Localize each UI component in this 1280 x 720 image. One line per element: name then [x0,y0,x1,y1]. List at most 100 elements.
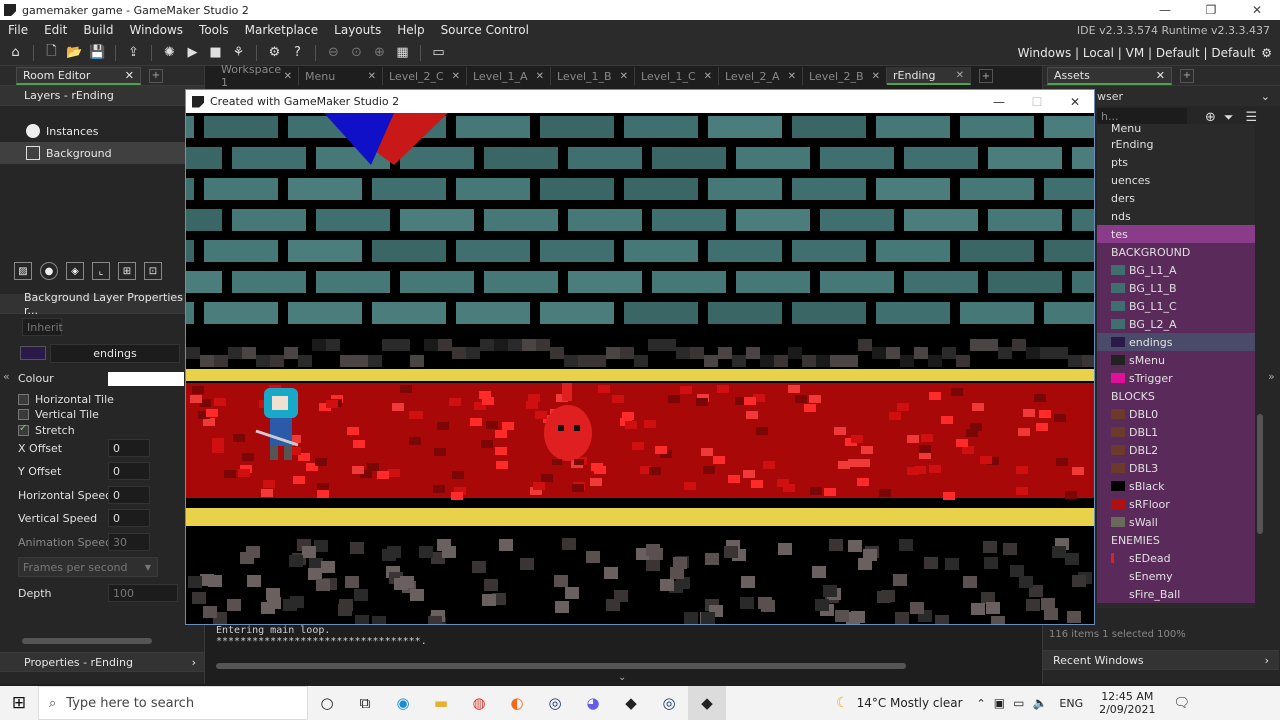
steam-icon[interactable]: ◎ [650,686,688,720]
close-icon[interactable]: ✕ [704,71,712,82]
x-offset-input[interactable]: 0 [108,439,150,457]
cortana-icon[interactable]: ○ [308,686,346,720]
close-icon[interactable]: ✕ [368,71,376,82]
menu-layouts[interactable]: Layouts [326,23,389,37]
list-item[interactable]: DBL2 [1097,441,1255,459]
list-item[interactable]: endings [1097,333,1255,351]
close-icon[interactable]: ✕ [956,70,964,81]
edge-icon[interactable]: ◉ [384,686,422,720]
stretch-checkbox[interactable]: Stretch [18,423,75,437]
list-item[interactable]: Menu [1097,124,1255,135]
list-item[interactable]: ENEMIES [1097,531,1255,549]
list-item[interactable]: sTrigger [1097,369,1255,387]
list-item[interactable]: BG_L1_A [1097,261,1255,279]
close-icon[interactable]: ✕ [620,71,628,82]
close-icon[interactable]: ✕ [788,71,796,82]
tab-workspace-1[interactable]: Workspace 1 ✕ [215,63,299,89]
zoom-out-icon[interactable]: ⊖ [324,43,344,63]
list-item[interactable]: nds [1097,207,1255,225]
export-icon[interactable]: ⇪ [124,43,144,63]
add-folder-icon[interactable]: ⊡ [144,262,162,280]
camera-icon[interactable]: ▣ [994,696,1005,710]
list-item[interactable]: pts [1097,153,1255,171]
target-selector[interactable]: Windows | Local | VM | Default | Default… [1018,46,1280,60]
tab-rending[interactable]: rEnding ✕ [887,67,971,85]
tab-level-2-c[interactable]: Level_2_C ✕ [383,67,467,85]
windows-start-icon[interactable]: ⊞ [0,686,38,720]
clock[interactable]: 12:45 AM 2/09/2021 [1099,690,1155,716]
save-icon[interactable]: 💾 [88,43,108,63]
add-background-layer-icon[interactable]: ▨ [14,262,32,280]
clean-icon[interactable]: ⚘ [229,43,249,63]
vertical-speed-input[interactable]: 0 [108,509,150,527]
tab-level-1-a[interactable]: Level_1_A ✕ [467,67,551,85]
list-item[interactable]: ders [1097,189,1255,207]
list-item[interactable]: DBL3 [1097,459,1255,477]
volume-icon[interactable]: 🔈 [1032,696,1047,710]
origin-icon[interactable]: ◐ [498,686,536,720]
gamemaker-taskbar-icon[interactable]: ◆ [612,686,650,720]
menu-help[interactable]: Help [389,23,432,37]
list-item[interactable]: sMenu [1097,351,1255,369]
list-item[interactable]: BG_L1_B [1097,279,1255,297]
task-view-icon[interactable]: ⧉ [346,686,384,720]
properties-room-button[interactable]: Properties - rEnding › [0,652,204,672]
list-item[interactable]: sEDead [1097,549,1255,567]
close-icon[interactable]: ✕ [1156,69,1165,82]
asset-scrollbar[interactable] [1257,414,1263,534]
language-indicator[interactable]: ENG [1059,697,1083,710]
zoom-in-icon[interactable]: ⊕ [370,43,390,63]
colour-swatch[interactable] [108,372,184,386]
tab-level-2-b[interactable]: Level_2_B ✕ [803,67,887,85]
list-item[interactable]: rEnding [1097,135,1255,153]
side-arrow-right-icon[interactable]: » [1268,370,1275,383]
add-tab-icon[interactable]: + [979,69,993,83]
notification-icon[interactable]: 🗨 [1174,696,1191,711]
close-icon[interactable]: ✕ [452,71,460,82]
horizontal-speed-input[interactable]: 0 [108,486,150,504]
tab-assets[interactable]: Assets ✕ [1047,66,1172,85]
minimize-icon[interactable]: — [980,95,1018,109]
close-icon[interactable]: ✕ [872,71,880,82]
hamburger-menu-icon[interactable]: ☰ [1246,110,1258,125]
tray-chevron-icon[interactable]: ⌃ [977,697,986,710]
close-icon[interactable]: ✕ [284,71,292,82]
gamemaker-taskbar-icon[interactable]: ◆ [688,686,726,720]
discord-icon[interactable]: ◕ [574,686,612,720]
list-item[interactable]: BG_L1_C [1097,297,1255,315]
list-item[interactable]: DBL0 [1097,405,1255,423]
list-item[interactable]: BLOCKS [1097,387,1255,405]
left-scrollbar[interactable] [22,638,152,644]
fps-dropdown[interactable]: Frames per second ▼ [18,557,158,577]
close-icon[interactable]: ✕ [1056,95,1094,109]
tab-level-1-b[interactable]: Level_1_B ✕ [551,67,635,85]
monitor-icon[interactable]: ▭ [429,43,449,63]
list-item[interactable]: sFire_Ball [1097,585,1255,603]
settings-icon[interactable]: ⚙ [265,43,285,63]
target-gear-icon[interactable]: ⚙ [1261,46,1272,60]
y-offset-input[interactable]: 0 [108,462,150,480]
list-item[interactable]: sEnemy [1097,567,1255,585]
network-icon[interactable]: ▭ [1013,696,1024,710]
minimize-icon[interactable]: — [1142,3,1188,17]
add-path-layer-icon[interactable]: ⌞ [92,262,110,280]
menu-marketplace[interactable]: Marketplace [237,23,327,37]
inherit-button[interactable]: Inherit [22,318,63,336]
add-tab-icon[interactable]: + [149,68,163,83]
list-item[interactable]: BACKGROUND [1097,243,1255,261]
restore-icon[interactable]: ❐ [1188,3,1234,17]
close-icon[interactable]: ✕ [125,69,134,82]
vertical-tile-checkbox[interactable]: Vertical Tile [18,408,99,421]
menu-source-control[interactable]: Source Control [433,23,537,37]
add-asset-icon[interactable]: ⊕ [1205,110,1216,125]
taskbar-search[interactable]: ⌕ Type here to search [38,686,308,720]
sprite-selector[interactable]: endings [50,344,180,363]
side-arrow-left-icon[interactable]: « [3,370,10,383]
list-item[interactable]: sRFloor [1097,495,1255,513]
menu-edit[interactable]: Edit [36,23,75,37]
maximize-icon[interactable]: ☐ [1018,95,1056,109]
new-project-icon[interactable]: 🗋 [42,43,62,63]
open-project-icon[interactable]: 📂 [65,43,85,63]
layer-instances[interactable]: Instances 👁 [0,120,204,142]
help-icon[interactable]: ? [288,43,308,63]
